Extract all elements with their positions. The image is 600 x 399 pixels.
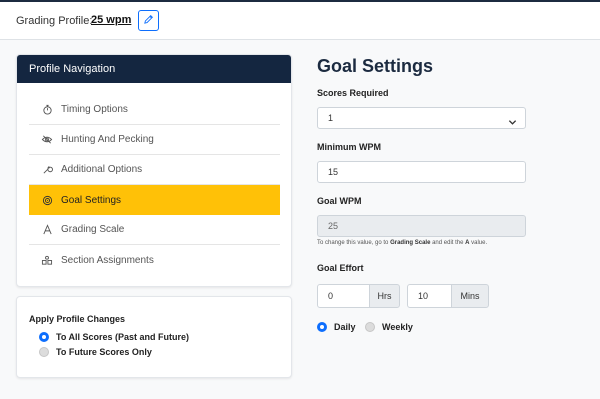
apply-option-label: To All Scores (Past and Future) [56,332,190,342]
hours-unit: Hrs [369,284,400,308]
minutes-unit: Mins [451,284,489,308]
goal-wpm-input: 25 [317,215,526,237]
nav-item-timing-options[interactable]: Timing Options [29,95,280,125]
nav-item-goal-settings[interactable]: Goal Settings [29,185,280,215]
apply-profile-changes-title: Apply Profile Changes [29,314,126,324]
weekly-label: Weekly [382,322,413,332]
goal-wpm-label: Goal WPM [317,196,362,206]
nav-item-label: Timing Options [61,104,128,115]
nav-item-grading-scale[interactable]: Grading Scale [29,215,280,245]
grading-profile-value[interactable]: 25 wpm [91,14,131,26]
grading-profile-label: Grading Profile: [16,15,93,27]
minimum-wpm-input[interactable]: 15 [317,161,526,183]
nav-item-section-assignments[interactable]: Section Assignments [29,245,280,275]
daily-option[interactable]: Daily [317,322,356,332]
hours-input[interactable]: 0 [317,284,370,308]
nav-item-label: Additional Options [61,164,143,175]
letter-a-icon [41,224,53,236]
target-icon [41,194,53,206]
profile-navigation-list: Timing Options Hunting And Pecking Addit… [29,95,280,275]
goal-settings-title: Goal Settings [317,56,434,76]
scores-required-label: Scores Required [317,88,389,98]
daily-label: Daily [334,322,356,332]
top-bar: Grading Profile: 25 wpm [0,0,600,40]
nav-item-label: Grading Scale [61,224,125,235]
profile-navigation-title: Profile Navigation [17,55,291,83]
minutes-input[interactable]: 10 [407,284,452,308]
main-area: Profile Navigation Timing Options Huntin… [0,40,600,399]
goal-wpm-help-text: To change this value, go to Grading Scal… [317,240,487,246]
apply-future-scores-option[interactable]: To Future Scores Only [39,347,152,357]
minimum-wpm-label: Minimum WPM [317,142,381,152]
stopwatch-icon [41,104,53,116]
apply-option-label: To Future Scores Only [56,347,152,357]
help-grading-scale: Grading Scale [390,240,431,246]
weekly-option[interactable]: Weekly [365,322,413,332]
radio-unselected[interactable] [39,347,49,357]
nav-item-label: Goal Settings [61,194,122,206]
pencil-icon [143,12,154,30]
help-suffix: value. [469,240,488,246]
help-prefix: To change this value, go to [317,240,391,246]
nav-item-hunting-and-pecking[interactable]: Hunting And Pecking [29,125,280,155]
profile-navigation-card: Profile Navigation Timing Options Huntin… [16,54,292,287]
nav-item-label: Hunting And Pecking [61,134,154,145]
radio-unselected[interactable] [365,322,375,332]
goal-effort-label: Goal Effort [317,263,364,273]
radio-selected[interactable] [317,322,327,332]
grid-people-icon [41,254,53,266]
nav-item-label: Section Assignments [61,254,154,266]
scores-required-select[interactable]: 1 [317,107,526,129]
help-middle: and edit the [430,240,466,246]
scores-required-value: 1 [328,113,334,123]
radio-selected[interactable] [39,332,49,342]
apply-profile-changes-card: Apply Profile Changes To All Scores (Pas… [16,296,292,378]
apply-all-scores-option[interactable]: To All Scores (Past and Future) [39,332,189,342]
eye-slash-icon [41,134,53,146]
wrench-icon [41,164,53,176]
chevron-down-icon [508,114,517,134]
edit-profile-button[interactable] [138,10,159,31]
nav-item-additional-options[interactable]: Additional Options [29,155,280,185]
